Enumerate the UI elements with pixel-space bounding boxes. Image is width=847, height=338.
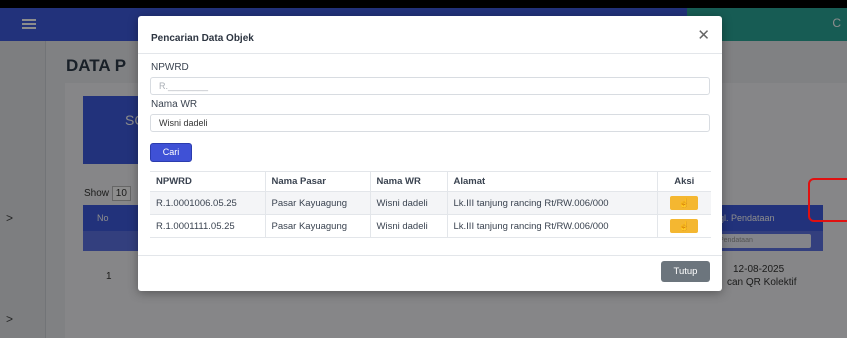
cell-alamat: Lk.III tanjung rancing Rt/RW.006/000 (446, 191, 657, 215)
results-table: NPWRD Nama Pasar Nama WR Alamat Aksi R.1… (150, 171, 711, 238)
cell-nama-wr: Wisni dadeli (369, 191, 447, 215)
col-aksi: Aksi (656, 171, 711, 192)
modal-header-divider (138, 53, 722, 54)
col-alamat: Alamat (446, 171, 657, 192)
table-row[interactable]: R.1.0001111.05.25 Pasar Kayuagung Wisni … (150, 214, 711, 238)
highlight-annotation (808, 178, 847, 222)
cell-aksi: ☝ (656, 191, 711, 215)
pointer-hand-icon[interactable]: ☝ (670, 219, 699, 233)
nama-wr-input[interactable]: Wisni dadeli (150, 114, 710, 132)
cell-nama-wr: Wisni dadeli (369, 214, 447, 238)
col-nama-pasar: Nama Pasar (264, 171, 370, 192)
col-npwrd: NPWRD (150, 171, 265, 192)
cari-button[interactable]: Cari (150, 143, 192, 162)
table-header-row: NPWRD Nama Pasar Nama WR Alamat Aksi (150, 171, 711, 192)
pointer-hand-icon[interactable]: ☝ (670, 196, 699, 210)
tutup-button[interactable]: Tutup (661, 261, 710, 282)
nama-wr-label: Nama WR (151, 99, 198, 110)
modal-title: Pencarian Data Objek (151, 33, 254, 44)
cell-alamat: Lk.III tanjung rancing Rt/RW.006/000 (446, 214, 657, 238)
modal-footer-divider (138, 255, 722, 256)
cell-npwrd: R.1.0001111.05.25 (150, 214, 265, 238)
table-row[interactable]: R.1.0001006.05.25 Pasar Kayuagung Wisni … (150, 191, 711, 215)
npwrd-input[interactable]: R.________ (150, 77, 710, 95)
cell-nama-pasar: Pasar Kayuagung (264, 191, 370, 215)
cell-aksi: ☝ (656, 214, 711, 238)
search-modal: Pencarian Data Objek ✕ NPWRD R.________ … (138, 16, 722, 291)
col-nama-wr: Nama WR (369, 171, 447, 192)
cell-npwrd: R.1.0001006.05.25 (150, 191, 265, 215)
close-icon[interactable]: ✕ (697, 28, 710, 43)
npwrd-label: NPWRD (151, 62, 189, 73)
cell-nama-pasar: Pasar Kayuagung (264, 214, 370, 238)
